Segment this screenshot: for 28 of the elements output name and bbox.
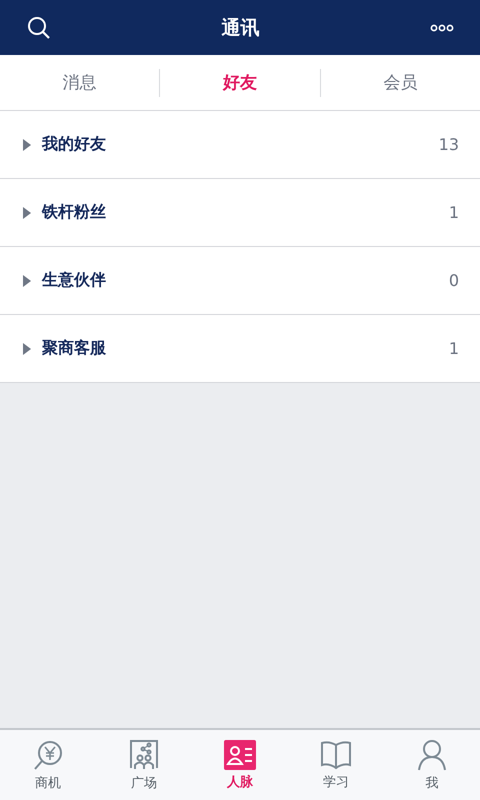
nav-item[interactable]: 人脉 [192, 730, 288, 800]
group-row[interactable]: 铁杆粉丝 1 [0, 179, 480, 247]
group-row[interactable]: 聚商客服 1 [0, 315, 480, 383]
tab[interactable]: 好友 [160, 55, 320, 110]
member-count: 13 [438, 135, 459, 154]
nav-item[interactable]: 广场 [96, 730, 192, 800]
tab[interactable]: 会员 [320, 55, 480, 110]
group-row[interactable]: 生意伙伴 0 [0, 247, 480, 315]
member-count: 1 [448, 339, 459, 358]
group-row[interactable]: 我的好友 13 [0, 111, 480, 179]
group-name: 我的好友 [42, 134, 107, 155]
group-share-icon [128, 738, 160, 770]
search-icon[interactable] [27, 16, 51, 40]
nav-item[interactable]: 学习 [288, 730, 384, 800]
contact-card-icon [224, 740, 256, 770]
more-icon[interactable] [430, 24, 454, 32]
page-title: 通讯 [222, 16, 260, 40]
member-count: 0 [448, 271, 459, 290]
group-name: 生意伙伴 [42, 270, 107, 291]
person-icon [417, 738, 447, 770]
tab[interactable]: 消息 [0, 55, 160, 110]
member-count: 1 [448, 203, 459, 222]
group-name: 铁杆粉丝 [42, 202, 107, 223]
nav-item[interactable]: 商机 [0, 730, 96, 800]
book-icon [320, 740, 352, 770]
group-name: 聚商客服 [42, 338, 107, 359]
coin-search-icon [32, 738, 64, 770]
nav-item[interactable]: 我 [384, 730, 480, 800]
